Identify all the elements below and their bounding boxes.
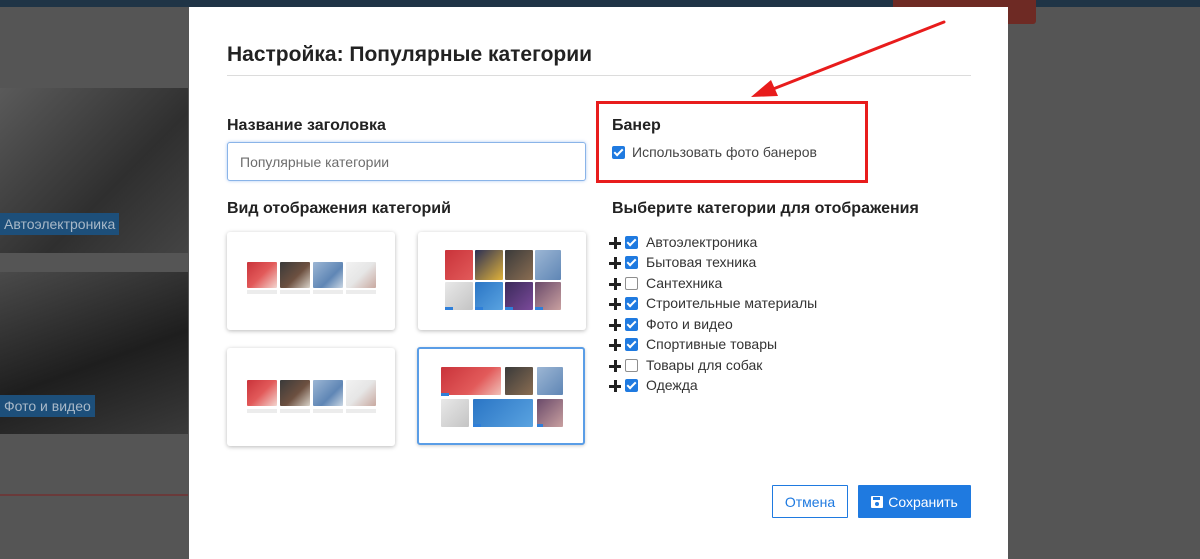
banner-photo-label[interactable]: Использовать фото банеров xyxy=(632,144,817,160)
category-checkbox[interactable] xyxy=(625,256,638,269)
category-label[interactable]: Спортивные товары xyxy=(646,336,777,352)
layout-thumb xyxy=(247,380,277,406)
banner-photo-checkbox[interactable] xyxy=(612,146,625,159)
floppy-disk-icon xyxy=(871,495,884,508)
layout-thumb xyxy=(505,250,533,280)
layout-thumb xyxy=(535,282,561,310)
category-checkbox[interactable] xyxy=(625,359,638,372)
layout-option-card[interactable] xyxy=(227,232,395,330)
layout-thumb xyxy=(473,399,533,427)
save-button-label: Сохранить xyxy=(888,493,958,510)
banner-section-label: Банер xyxy=(612,117,661,134)
layout-thumb xyxy=(441,367,501,395)
plus-icon[interactable] xyxy=(609,255,621,271)
category-label[interactable]: Автоэлектроника xyxy=(646,234,757,250)
layout-thumb xyxy=(346,262,376,288)
layout-thumb xyxy=(537,367,563,395)
layout-thumb xyxy=(313,380,343,406)
plus-icon[interactable] xyxy=(609,276,621,292)
title-divider xyxy=(227,75,971,76)
plus-icon[interactable] xyxy=(609,296,621,312)
layout-thumb xyxy=(505,282,533,310)
layout-option-card[interactable] xyxy=(418,232,586,330)
layout-thumb xyxy=(445,282,473,310)
layout-thumb xyxy=(475,250,503,280)
layout-option-card[interactable] xyxy=(227,348,395,446)
layout-thumb xyxy=(313,262,343,288)
category-checkbox[interactable] xyxy=(625,318,638,331)
background-category-label: Фото и видео xyxy=(0,395,95,417)
layout-thumb xyxy=(475,282,503,310)
modal-title: Настройка: Популярные категории xyxy=(227,43,593,66)
category-checkbox[interactable] xyxy=(625,379,638,392)
layout-thumb xyxy=(247,262,277,288)
layout-thumb xyxy=(280,380,310,406)
layout-thumb xyxy=(346,380,376,406)
background-category-label: Автоэлектроника xyxy=(0,213,120,235)
save-button[interactable]: Сохранить xyxy=(858,485,971,518)
display-section-label: Вид отображения категорий xyxy=(227,200,451,217)
plus-icon[interactable] xyxy=(609,235,621,251)
category-checkbox[interactable] xyxy=(625,277,638,290)
layout-thumb xyxy=(535,250,561,280)
categories-section-label: Выберите категории для отображения xyxy=(612,200,919,217)
category-checkbox[interactable] xyxy=(625,338,638,351)
category-label[interactable]: Товары для собак xyxy=(646,357,762,373)
layout-thumb xyxy=(280,262,310,288)
cancel-button[interactable]: Отмена xyxy=(772,485,848,518)
heading-section-label: Название заголовка xyxy=(227,117,386,134)
category-label[interactable]: Бытовая техника xyxy=(646,254,756,270)
category-checkbox[interactable] xyxy=(625,236,638,249)
layout-option-card-selected[interactable] xyxy=(417,347,585,445)
heading-input[interactable] xyxy=(227,142,586,181)
category-label[interactable]: Сантехника xyxy=(646,275,722,291)
category-label[interactable]: Фото и видео xyxy=(646,316,733,332)
plus-icon[interactable] xyxy=(609,378,621,394)
layout-thumb xyxy=(537,399,563,427)
background-divider xyxy=(0,494,188,496)
plus-icon[interactable] xyxy=(609,317,621,333)
layout-thumb xyxy=(505,367,533,395)
category-label[interactable]: Одежда xyxy=(646,377,698,393)
layout-thumb xyxy=(441,399,469,427)
plus-icon[interactable] xyxy=(609,358,621,374)
plus-icon[interactable] xyxy=(609,337,621,353)
category-checkbox[interactable] xyxy=(625,297,638,310)
annotation-highlight-box xyxy=(596,101,868,183)
category-label[interactable]: Строительные материалы xyxy=(646,295,817,311)
layout-thumb xyxy=(445,250,473,280)
